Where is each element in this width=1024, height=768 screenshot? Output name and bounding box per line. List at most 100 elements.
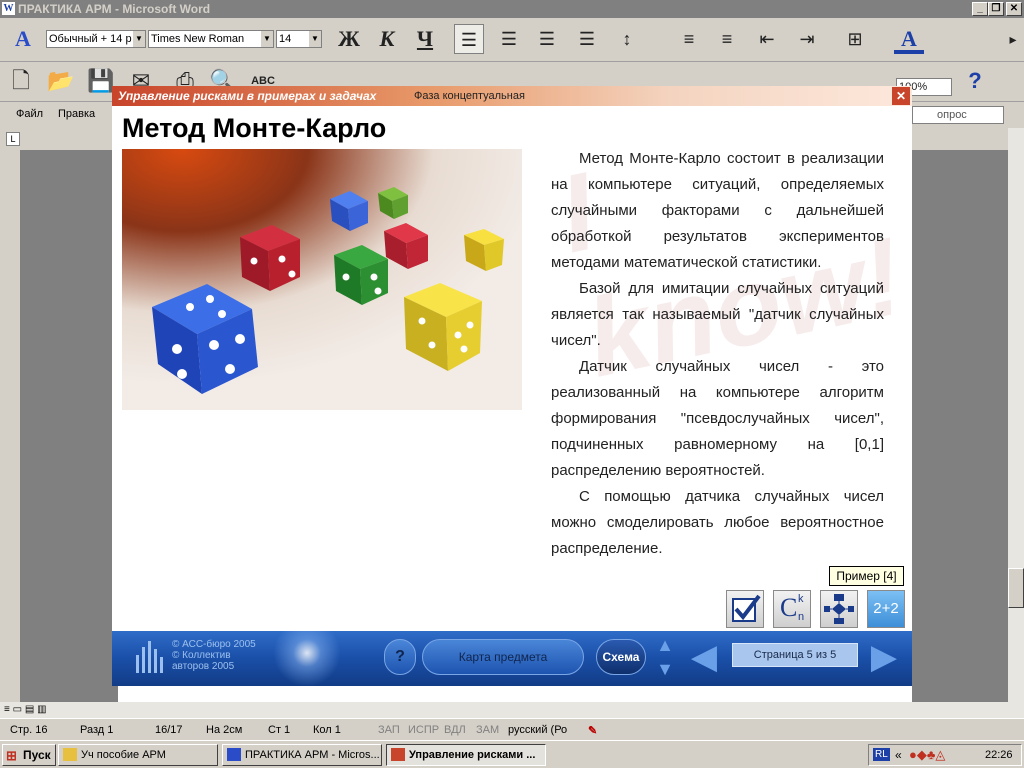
status-section: Разд 1 — [80, 724, 114, 736]
numbered-list-icon[interactable]: ≡ — [674, 24, 704, 54]
help-button[interactable]: ? — [384, 639, 416, 675]
tab-stop-icon[interactable]: L — [6, 132, 20, 146]
menu-file[interactable]: Файл — [16, 108, 43, 120]
font-combo[interactable]: Times New Roman ▼ — [148, 30, 274, 48]
help-icon[interactable]: ? — [960, 66, 990, 96]
prev-page-icon[interactable]: ◀ — [684, 637, 724, 677]
status-column: Кол 1 — [313, 724, 341, 736]
paragraph: Метод Монте-Карло состоит в реализации н… — [551, 150, 884, 271]
page-indicator: Страница 5 из 5 — [732, 643, 858, 667]
font-combo-value: Times New Roman — [151, 33, 245, 45]
size-combo[interactable]: 14 ▼ — [276, 30, 322, 48]
chevron-down-icon: ▼ — [261, 31, 273, 47]
help-question-placeholder: опрос — [937, 109, 967, 121]
checkmark-icon — [732, 594, 761, 622]
course-phase: Фаза концептуальная — [414, 90, 525, 102]
help-question-box[interactable]: опрос — [912, 106, 1004, 124]
status-track[interactable]: ИСПР — [408, 724, 439, 736]
status-record[interactable]: ЗАП — [378, 724, 400, 736]
chevron-down-icon: ▼ — [309, 31, 321, 47]
page-title: Метод Монте-Карло — [122, 113, 387, 143]
italic-icon[interactable]: К — [372, 24, 402, 54]
status-overtype[interactable]: ЗАМ — [476, 724, 499, 736]
menu-edit[interactable]: Правка — [58, 108, 95, 120]
task-label: Уч пособие АРМ — [81, 749, 166, 761]
line-spacing-icon[interactable]: ↕ — [612, 24, 642, 54]
tray-icons[interactable]: ●◆♣◬ — [909, 747, 945, 763]
status-at: На 2см — [206, 724, 243, 736]
font-color-icon[interactable]: A — [894, 24, 924, 54]
copyright-line: © АСС-бюро 2005 — [172, 639, 256, 650]
decrease-indent-icon[interactable]: ⇤ — [752, 24, 782, 54]
close-icon[interactable]: ✕ — [892, 87, 910, 105]
body-text: Метод Монте-Карло состоит в реализации н… — [551, 146, 884, 562]
folder-icon — [63, 748, 77, 761]
underline-icon[interactable]: Ч — [410, 24, 440, 54]
scroll-up-icon[interactable]: ▲ — [654, 635, 676, 657]
scheme-diagram-button[interactable] — [820, 590, 858, 628]
taskbar: ⊞ Пуск Уч пособие АРМ ПРАКТИКА АРМ - Mic… — [0, 740, 1024, 768]
styles-icon[interactable]: A — [8, 24, 38, 54]
status-pages: 16/17 — [155, 724, 183, 736]
tool-buttons: C k n 2+2 — [726, 590, 912, 630]
combinatorics-button[interactable]: C k n — [773, 590, 811, 628]
combinatorics-sup: k — [798, 593, 804, 605]
increase-indent-icon[interactable]: ⇥ — [792, 24, 822, 54]
combinatorics-letter: C — [780, 593, 798, 622]
size-combo-value: 14 — [279, 33, 292, 45]
dice-photo — [122, 149, 522, 410]
word-icon — [227, 748, 241, 761]
start-button[interactable]: ⊞ Пуск — [2, 744, 56, 766]
style-combo[interactable]: Обычный + 14 р ▼ — [46, 30, 146, 48]
language-indicator[interactable]: RL — [873, 748, 890, 761]
align-center-icon[interactable]: ☰ — [494, 24, 524, 54]
paragraph: Базой для имитации случайных ситуаций яв… — [551, 280, 884, 349]
logo-icon — [136, 641, 163, 673]
vertical-scrollbar[interactable] — [1008, 128, 1024, 702]
minimize-button[interactable]: _ — [972, 2, 988, 16]
new-document-icon[interactable]: 🗋 — [6, 66, 36, 96]
next-page-icon[interactable]: ▶ — [864, 637, 904, 677]
close-button[interactable]: ✕ — [1006, 2, 1022, 16]
task-label: Управление рисками ... — [409, 749, 536, 761]
scroll-thumb[interactable] — [1008, 568, 1024, 608]
tray-expand-icon[interactable]: « — [895, 748, 902, 762]
status-bar: Стр. 16 Разд 1 16/17 На 2см Ст 1 Кол 1 З… — [0, 718, 1024, 740]
open-folder-icon[interactable]: 📂 — [46, 66, 76, 96]
align-right-icon[interactable]: ☰ — [532, 24, 562, 54]
course-window: I know! Управление рисками в примерах и … — [112, 86, 912, 686]
bulleted-list-icon[interactable]: ≡ — [712, 24, 742, 54]
light-flare — [262, 631, 352, 686]
status-page: Стр. 16 — [10, 724, 48, 736]
horizontal-scrollbar[interactable]: ≡ ▭ ▤ ▥ — [0, 702, 1024, 718]
scheme-button[interactable]: Схема — [596, 639, 646, 675]
course-header: Управление рисками в примерах и задачах … — [112, 86, 912, 106]
example-button[interactable]: 2+2 — [867, 590, 905, 628]
copyright-line: авторов 2005 — [172, 661, 235, 672]
task-app[interactable]: Управление рисками ... — [386, 744, 546, 766]
app-icon — [391, 748, 405, 761]
start-label: Пуск — [23, 748, 51, 762]
word-title-bar: W ПРАКТИКА АРМ - Microsoft Word _ ❐ ✕ — [0, 0, 1024, 18]
tooltip: Пример [4] — [829, 566, 904, 586]
status-language: русский (Ро — [508, 724, 568, 736]
restore-button[interactable]: ❐ — [988, 2, 1004, 16]
test-checkmark-button[interactable] — [726, 590, 764, 628]
task-word[interactable]: ПРАКТИКА АРМ - Micros... — [222, 744, 382, 766]
status-extend[interactable]: ВДЛ — [444, 724, 466, 736]
status-line: Ст 1 — [268, 724, 291, 736]
justify-icon[interactable]: ☰ — [572, 24, 602, 54]
style-combo-value: Обычный + 14 р — [49, 33, 132, 45]
align-left-icon[interactable]: ☰ — [454, 24, 484, 54]
task-folder[interactable]: Уч пособие АРМ — [58, 744, 218, 766]
borders-icon[interactable]: ⊞ — [840, 24, 870, 54]
subject-map-button[interactable]: Карта предмета — [422, 639, 584, 675]
scroll-down-icon[interactable]: ▼ — [654, 659, 676, 681]
toolbar-options-icon[interactable]: ▸ — [998, 24, 1024, 54]
windows-logo-icon: ⊞ — [6, 748, 17, 763]
vertical-ruler — [0, 150, 20, 702]
copyright: © АСС-бюро 2005 © Коллектив авторов 2005 — [172, 639, 256, 672]
spelling-status-icon[interactable]: ✎ — [588, 724, 597, 737]
bold-icon[interactable]: Ж — [334, 24, 364, 54]
view-buttons-icon[interactable]: ≡ ▭ ▤ ▥ — [4, 704, 47, 715]
